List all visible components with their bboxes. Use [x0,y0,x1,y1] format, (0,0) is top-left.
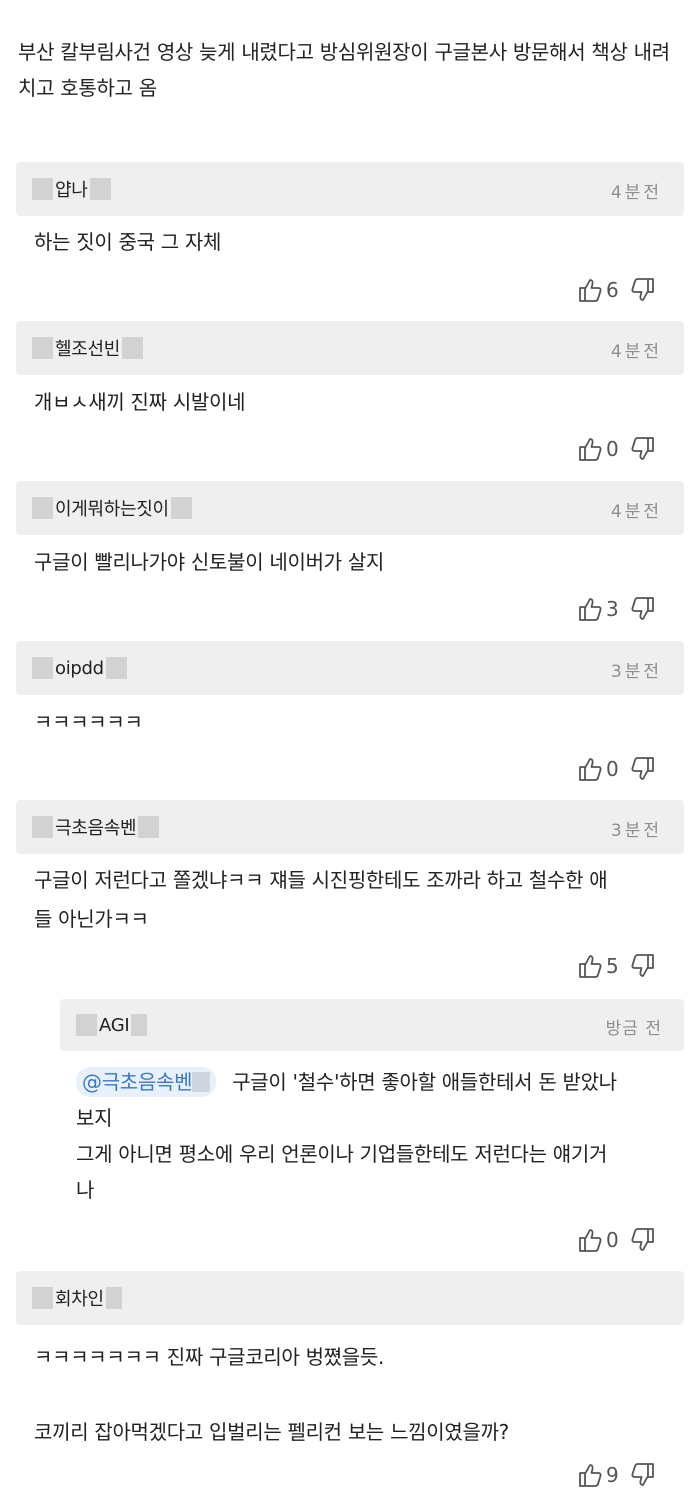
comment-body-continued: 들 아닌가ㅋㅋ [34,907,149,931]
thumbs-down-icon[interactable] [631,953,655,979]
redacted-block [32,657,53,679]
reply-body-line: 보지 [76,1106,113,1130]
vote-row: 0 [578,1225,655,1255]
vote-row: 3 [578,594,655,624]
redacted-block [131,1014,148,1036]
comment-body-continued: 코끼리 잡아먹겠다고 입벌리는 펠리컨 보는 느낌이였을까? [34,1420,510,1444]
reply-time: 방금 전 [605,1019,662,1039]
thumbs-down-icon[interactable] [631,1227,655,1253]
comment-time: 4분전 [610,183,662,203]
thumbs-up-icon[interactable] [578,1462,602,1488]
thumbs-down-icon[interactable] [631,756,655,782]
reply-body-line: @극초음속벤 구글이 '철수'하면 좋아할 애들한테서 돈 받았나 [76,1064,617,1100]
reply-header: AGI 방금 전 [60,999,684,1051]
redacted-block [170,497,192,519]
thumbs-down-icon[interactable] [631,436,655,462]
comment-time: 3분전 [610,821,662,841]
redacted-block [192,1072,211,1092]
vote-row: 0 [578,754,655,784]
comment-body: 하는 짓이 중국 그 자체 [34,230,222,254]
like-count: 0 [606,437,619,461]
like-count: 6 [606,278,619,302]
comment-time: 4분전 [610,342,662,362]
comment-body: 구글이 저런다고 쫄겠냐ㅋㅋ 쟤들 시진핑한테도 조까라 하고 철수한 애 [34,868,608,892]
like-count: 5 [606,954,619,978]
comment-author[interactable]: 이게뭐하는짓이 [55,495,169,521]
thumbs-up-icon[interactable] [578,1227,602,1253]
comment-header: 헬조선빈 4분전 [16,321,684,375]
redacted-block [32,178,53,200]
reply-body-line: 그게 아니면 평소에 우리 언론이나 기업들한테도 저런다는 얘기거 [76,1142,608,1166]
thumbs-up-icon[interactable] [578,953,602,979]
comment-body: ㅋㅋㅋㅋㅋㅋㅋ 진짜 구글코리아 벙쪘을듯. [34,1345,385,1369]
comment-author[interactable]: 극초음속벤 [55,814,137,840]
thumbs-down-icon[interactable] [631,277,655,303]
comment-header: 이게뭐하는짓이 4분전 [16,481,684,535]
comment-body: ㅋㅋㅋㅋㅋㅋ [34,710,143,734]
thumbs-up-icon[interactable] [578,756,602,782]
redacted-block [138,816,160,838]
vote-row: 0 [578,434,655,464]
vote-row: 9 [578,1460,655,1490]
thumbs-down-icon[interactable] [631,1462,655,1488]
like-count: 3 [606,597,619,621]
comment-header: oipdd 3분전 [16,641,684,695]
vote-row: 6 [578,275,655,305]
mention-tag[interactable]: @극초음속벤 [76,1067,217,1097]
redacted-block [105,1287,122,1309]
redacted-block [32,337,53,359]
thumbs-up-icon[interactable] [578,436,602,462]
redacted-block [76,1014,97,1036]
comment-author[interactable]: 얍나 [55,176,88,202]
thumbs-down-icon[interactable] [631,596,655,622]
reply-author[interactable]: AGI [99,1015,130,1036]
redacted-block [122,337,144,359]
redacted-block [32,497,53,519]
comment-header: 극초음속벤 3분전 [16,800,684,854]
comment-time: 4분전 [610,502,662,522]
thumbs-up-icon[interactable] [578,277,602,303]
reply-body-line: 나 [76,1178,95,1202]
comment-author[interactable]: oipdd [55,658,104,679]
vote-row: 5 [578,951,655,981]
like-count: 9 [606,1463,619,1487]
redacted-block [32,1287,53,1309]
comment-body: 개ㅂㅅ새끼 진짜 시발이네 [34,390,246,414]
comment-header: 회차인 [16,1271,684,1325]
redacted-block [89,178,111,200]
like-count: 0 [606,757,619,781]
comment-time: 3분전 [610,662,662,682]
comment-author[interactable]: 헬조선빈 [55,335,120,361]
redacted-block [105,657,127,679]
thumbs-up-icon[interactable] [578,596,602,622]
comment-author[interactable]: 회차인 [55,1285,104,1311]
comment-body: 구글이 빨리나가야 신토불이 네이버가 살지 [34,550,385,574]
redacted-block [32,816,53,838]
like-count: 0 [606,1228,619,1252]
post-title: 부산 칼부림사건 영상 늦게 내렸다고 방심위원장이 구글본사 방문해서 책상 … [18,40,670,100]
comment-header: 얍나 4분전 [16,162,684,216]
